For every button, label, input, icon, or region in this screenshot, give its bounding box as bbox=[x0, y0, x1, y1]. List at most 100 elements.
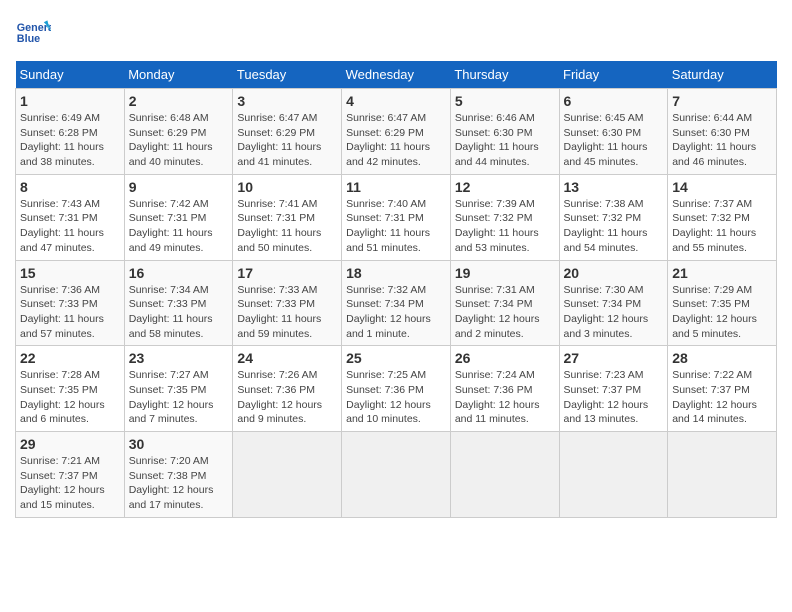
day-detail: Sunrise: 7:32 AMSunset: 7:34 PMDaylight:… bbox=[346, 283, 446, 342]
calendar-week-5: 29 Sunrise: 7:21 AMSunset: 7:37 PMDayligh… bbox=[16, 432, 777, 518]
day-detail: Sunrise: 7:33 AMSunset: 7:33 PMDaylight:… bbox=[237, 283, 337, 342]
day-number: 11 bbox=[346, 179, 446, 195]
calendar-cell: 30Sunrise: 7:20 AMSunset: 7:38 PMDayligh… bbox=[124, 432, 233, 518]
calendar-cell bbox=[559, 432, 668, 518]
calendar-cell: 15 Sunrise: 7:36 AMSunset: 7:33 PMDayligh… bbox=[16, 260, 125, 346]
day-number: 5 bbox=[455, 93, 555, 109]
day-number: 19 bbox=[455, 265, 555, 281]
day-detail: Sunrise: 7:39 AMSunset: 7:32 PMDaylight:… bbox=[455, 197, 555, 256]
day-detail: Sunrise: 6:49 AMSunset: 6:28 PMDaylight:… bbox=[20, 111, 120, 170]
day-detail: Sunrise: 6:47 AMSunset: 6:29 PMDaylight:… bbox=[237, 111, 337, 170]
weekday-header-sunday: Sunday bbox=[16, 61, 125, 89]
calendar-cell: 10 Sunrise: 7:41 AMSunset: 7:31 PMDayligh… bbox=[233, 174, 342, 260]
calendar-cell: 25 Sunrise: 7:25 AMSunset: 7:36 PMDayligh… bbox=[342, 346, 451, 432]
calendar-cell: 28Sunrise: 7:22 AMSunset: 7:37 PMDayligh… bbox=[668, 346, 777, 432]
calendar-header: SundayMondayTuesdayWednesdayThursdayFrid… bbox=[16, 61, 777, 89]
calendar-cell: 16 Sunrise: 7:34 AMSunset: 7:33 PMDayligh… bbox=[124, 260, 233, 346]
calendar-cell: 22 Sunrise: 7:28 AMSunset: 7:35 PMDayligh… bbox=[16, 346, 125, 432]
calendar-cell: 21 Sunrise: 7:29 AMSunset: 7:35 PMDayligh… bbox=[668, 260, 777, 346]
day-detail: Sunrise: 7:20 AMSunset: 7:38 PMDaylight:… bbox=[129, 454, 229, 513]
calendar-cell: 17 Sunrise: 7:33 AMSunset: 7:33 PMDayligh… bbox=[233, 260, 342, 346]
day-number: 17 bbox=[237, 265, 337, 281]
calendar-cell: 20 Sunrise: 7:30 AMSunset: 7:34 PMDayligh… bbox=[559, 260, 668, 346]
day-number: 4 bbox=[346, 93, 446, 109]
day-number: 15 bbox=[20, 265, 120, 281]
calendar-cell: 27Sunrise: 7:23 AMSunset: 7:37 PMDayligh… bbox=[559, 346, 668, 432]
day-number: 6 bbox=[564, 93, 664, 109]
day-number: 3 bbox=[237, 93, 337, 109]
calendar-week-4: 22 Sunrise: 7:28 AMSunset: 7:35 PMDayligh… bbox=[16, 346, 777, 432]
calendar-cell: 14 Sunrise: 7:37 AMSunset: 7:32 PMDayligh… bbox=[668, 174, 777, 260]
page-header: General Blue bbox=[15, 15, 777, 51]
logo-icon: General Blue bbox=[15, 15, 51, 51]
calendar-cell: 7Sunrise: 6:44 AMSunset: 6:30 PMDaylight… bbox=[668, 89, 777, 175]
svg-text:Blue: Blue bbox=[17, 33, 40, 45]
day-number: 18 bbox=[346, 265, 446, 281]
day-detail: Sunrise: 6:47 AMSunset: 6:29 PMDaylight:… bbox=[346, 111, 446, 170]
day-detail: Sunrise: 6:48 AMSunset: 6:29 PMDaylight:… bbox=[129, 111, 229, 170]
day-detail: Sunrise: 7:30 AMSunset: 7:34 PMDaylight:… bbox=[564, 283, 664, 342]
day-number: 22 bbox=[20, 350, 120, 366]
calendar-cell: 4 Sunrise: 6:47 AMSunset: 6:29 PMDaylight… bbox=[342, 89, 451, 175]
calendar-cell bbox=[342, 432, 451, 518]
calendar-cell: 18 Sunrise: 7:32 AMSunset: 7:34 PMDayligh… bbox=[342, 260, 451, 346]
calendar-cell: 8 Sunrise: 7:43 AMSunset: 7:31 PMDaylight… bbox=[16, 174, 125, 260]
day-detail: Sunrise: 7:28 AMSunset: 7:35 PMDaylight:… bbox=[20, 368, 120, 427]
calendar-cell bbox=[233, 432, 342, 518]
day-detail: Sunrise: 7:21 AMSunset: 7:37 PMDaylight:… bbox=[20, 454, 120, 513]
day-number: 1 bbox=[20, 93, 120, 109]
day-detail: Sunrise: 7:40 AMSunset: 7:31 PMDaylight:… bbox=[346, 197, 446, 256]
day-number: 8 bbox=[20, 179, 120, 195]
calendar-week-1: 1 Sunrise: 6:49 AMSunset: 6:28 PMDaylight… bbox=[16, 89, 777, 175]
day-number: 9 bbox=[129, 179, 229, 195]
day-detail: Sunrise: 7:34 AMSunset: 7:33 PMDaylight:… bbox=[129, 283, 229, 342]
calendar-cell: 1 Sunrise: 6:49 AMSunset: 6:28 PMDaylight… bbox=[16, 89, 125, 175]
day-detail: Sunrise: 7:24 AMSunset: 7:36 PMDaylight:… bbox=[455, 368, 555, 427]
calendar-cell: 11 Sunrise: 7:40 AMSunset: 7:31 PMDayligh… bbox=[342, 174, 451, 260]
calendar-cell: 24Sunrise: 7:26 AMSunset: 7:36 PMDayligh… bbox=[233, 346, 342, 432]
logo: General Blue bbox=[15, 15, 51, 51]
day-detail: Sunrise: 7:25 AMSunset: 7:36 PMDaylight:… bbox=[346, 368, 446, 427]
day-detail: Sunrise: 7:43 AMSunset: 7:31 PMDaylight:… bbox=[20, 197, 120, 256]
day-detail: Sunrise: 7:26 AMSunset: 7:36 PMDaylight:… bbox=[237, 368, 337, 427]
calendar-cell: 9 Sunrise: 7:42 AMSunset: 7:31 PMDaylight… bbox=[124, 174, 233, 260]
weekday-header-wednesday: Wednesday bbox=[342, 61, 451, 89]
day-detail: Sunrise: 7:42 AMSunset: 7:31 PMDaylight:… bbox=[129, 197, 229, 256]
day-number: 12 bbox=[455, 179, 555, 195]
day-detail: Sunrise: 6:46 AMSunset: 6:30 PMDaylight:… bbox=[455, 111, 555, 170]
day-detail: Sunrise: 7:27 AMSunset: 7:35 PMDaylight:… bbox=[129, 368, 229, 427]
day-number: 10 bbox=[237, 179, 337, 195]
day-number: 16 bbox=[129, 265, 229, 281]
day-detail: Sunrise: 7:37 AMSunset: 7:32 PMDaylight:… bbox=[672, 197, 772, 256]
calendar-cell bbox=[450, 432, 559, 518]
weekday-header-thursday: Thursday bbox=[450, 61, 559, 89]
calendar-week-2: 8 Sunrise: 7:43 AMSunset: 7:31 PMDaylight… bbox=[16, 174, 777, 260]
day-number: 14 bbox=[672, 179, 772, 195]
day-detail: Sunrise: 7:22 AMSunset: 7:37 PMDaylight:… bbox=[672, 368, 772, 427]
day-number: 25 bbox=[346, 350, 446, 366]
calendar-cell: 12 Sunrise: 7:39 AMSunset: 7:32 PMDayligh… bbox=[450, 174, 559, 260]
day-number: 21 bbox=[672, 265, 772, 281]
day-detail: Sunrise: 7:41 AMSunset: 7:31 PMDaylight:… bbox=[237, 197, 337, 256]
calendar-cell: 5 Sunrise: 6:46 AMSunset: 6:30 PMDaylight… bbox=[450, 89, 559, 175]
calendar-cell: 13Sunrise: 7:38 AMSunset: 7:32 PMDayligh… bbox=[559, 174, 668, 260]
calendar-table: SundayMondayTuesdayWednesdayThursdayFrid… bbox=[15, 61, 777, 518]
day-number: 29 bbox=[20, 436, 120, 452]
day-number: 2 bbox=[129, 93, 229, 109]
weekday-header-monday: Monday bbox=[124, 61, 233, 89]
day-detail: Sunrise: 7:38 AMSunset: 7:32 PMDaylight:… bbox=[564, 197, 664, 256]
day-number: 20 bbox=[564, 265, 664, 281]
day-detail: Sunrise: 7:31 AMSunset: 7:34 PMDaylight:… bbox=[455, 283, 555, 342]
day-detail: Sunrise: 7:36 AMSunset: 7:33 PMDaylight:… bbox=[20, 283, 120, 342]
calendar-cell: 26Sunrise: 7:24 AMSunset: 7:36 PMDayligh… bbox=[450, 346, 559, 432]
calendar-cell: 2 Sunrise: 6:48 AMSunset: 6:29 PMDaylight… bbox=[124, 89, 233, 175]
day-detail: Sunrise: 6:44 AMSunset: 6:30 PMDaylight:… bbox=[672, 111, 772, 170]
day-detail: Sunrise: 7:29 AMSunset: 7:35 PMDaylight:… bbox=[672, 283, 772, 342]
calendar-week-3: 15 Sunrise: 7:36 AMSunset: 7:33 PMDayligh… bbox=[16, 260, 777, 346]
calendar-cell bbox=[668, 432, 777, 518]
calendar-cell: 23Sunrise: 7:27 AMSunset: 7:35 PMDayligh… bbox=[124, 346, 233, 432]
day-detail: Sunrise: 7:23 AMSunset: 7:37 PMDaylight:… bbox=[564, 368, 664, 427]
weekday-header-friday: Friday bbox=[559, 61, 668, 89]
calendar-cell: 29 Sunrise: 7:21 AMSunset: 7:37 PMDayligh… bbox=[16, 432, 125, 518]
day-detail: Sunrise: 6:45 AMSunset: 6:30 PMDaylight:… bbox=[564, 111, 664, 170]
